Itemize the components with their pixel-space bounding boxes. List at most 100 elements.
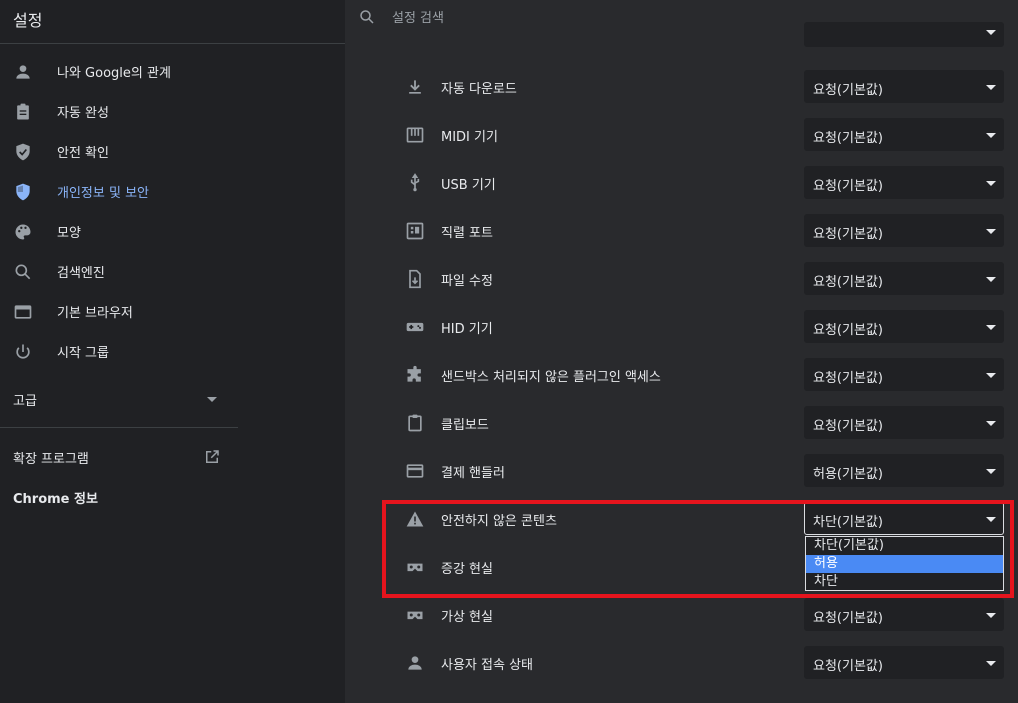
sidebar-item-privacy[interactable]: 개인정보 및 보안 bbox=[0, 171, 238, 211]
sidebar-item-label: 나와 Google의 관계 bbox=[57, 66, 171, 81]
permission-label: 가상 현실 bbox=[441, 610, 493, 625]
select-value: 요청(기본값) bbox=[813, 419, 883, 434]
permission-label: USB 기기 bbox=[441, 178, 496, 193]
permission-row-clipboard: 클립보드 요청(기본값) bbox=[345, 399, 1018, 447]
page-title: 설정 bbox=[13, 11, 43, 30]
permission-label: 사용자 접속 상태 bbox=[441, 658, 533, 673]
permission-select[interactable]: 요청(기본값) bbox=[804, 166, 1004, 199]
chevron-down-icon bbox=[986, 229, 996, 234]
sidebar-item-search-engine[interactable]: 검색엔진 bbox=[0, 251, 238, 291]
advanced-toggle[interactable]: 고급 bbox=[13, 390, 37, 409]
search-icon[interactable] bbox=[358, 8, 376, 26]
permission-label: 자동 다운로드 bbox=[441, 82, 517, 97]
extensions-link[interactable]: 확장 프로그램 bbox=[13, 448, 89, 467]
search-icon bbox=[15, 264, 31, 280]
permission-row-virtual-reality: 가상 현실 요청(기본값) bbox=[345, 591, 1018, 639]
permission-row-idle-detection: 사용자 접속 상태 요청(기본값) bbox=[345, 639, 1018, 687]
select-value: 요청(기본값) bbox=[813, 131, 883, 146]
select-value: 요청(기본값) bbox=[813, 83, 883, 98]
chevron-down-icon bbox=[986, 325, 996, 330]
permission-select[interactable]: 요청(기본값) bbox=[804, 70, 1004, 103]
sidebar-item-safety-check[interactable]: 안전 확인 bbox=[0, 131, 238, 171]
permission-select[interactable]: 요청(기본값) bbox=[804, 262, 1004, 295]
sidebar-item-label: 개인정보 및 보안 bbox=[57, 186, 149, 201]
shield-privacy-icon bbox=[16, 183, 30, 201]
permission-row-unsandboxed-plugins: 샌드박스 처리되지 않은 플러그인 액세스 요청(기본값) bbox=[345, 351, 1018, 399]
chevron-down-icon bbox=[986, 30, 996, 35]
select-value: 허용(기본값) bbox=[813, 467, 883, 482]
select-value: 요청(기본값) bbox=[813, 227, 883, 242]
permission-row-usb: USB 기기 요청(기본값) bbox=[345, 159, 1018, 207]
clipboard-icon bbox=[17, 103, 29, 120]
permission-select[interactable]: 요청(기본값) bbox=[804, 358, 1004, 391]
credit-card-icon bbox=[406, 464, 424, 478]
permission-select[interactable]: 허용(기본값) bbox=[804, 454, 1004, 487]
power-icon bbox=[16, 344, 30, 359]
permission-select[interactable]: 요청(기본값) bbox=[804, 214, 1004, 247]
select-value: 요청(기본값) bbox=[813, 323, 883, 338]
sidebar: 나와 Google의 관계 자동 완성 안전 확인 개인정보 및 보안 모양 검… bbox=[0, 44, 345, 703]
about-chrome-link[interactable]: Chrome 정보 bbox=[13, 488, 98, 507]
piano-icon bbox=[406, 127, 424, 143]
vr-headset-icon bbox=[407, 611, 423, 620]
permission-label: MIDI 기기 bbox=[441, 130, 498, 145]
sidebar-item-you-and-google[interactable]: 나와 Google의 관계 bbox=[0, 51, 238, 91]
select-value: 요청(기본값) bbox=[813, 371, 883, 386]
permission-select[interactable]: 요청(기본값) bbox=[804, 598, 1004, 631]
sidebar-item-autofill[interactable]: 자동 완성 bbox=[0, 91, 238, 131]
shield-check-icon bbox=[16, 143, 30, 161]
permission-label: 샌드박스 처리되지 않은 플러그인 액세스 bbox=[441, 370, 661, 385]
chevron-down-icon[interactable] bbox=[207, 397, 217, 402]
permission-row-automatic-downloads: 자동 다운로드 요청(기본값) bbox=[345, 63, 1018, 111]
clipboard-icon bbox=[408, 414, 422, 432]
sidebar-item-label: 자동 완성 bbox=[57, 106, 109, 121]
sidebar-item-appearance[interactable]: 모양 bbox=[0, 211, 238, 251]
permission-select[interactable]: 요청(기본값) bbox=[804, 646, 1004, 679]
chevron-down-icon bbox=[986, 277, 996, 282]
select-value: 요청(기본값) bbox=[813, 179, 883, 194]
chevron-down-icon bbox=[986, 661, 996, 666]
person-icon bbox=[16, 65, 30, 79]
sidebar-item-label: 시작 그룹 bbox=[57, 346, 109, 361]
browser-window-icon bbox=[14, 305, 32, 319]
permission-row-midi: MIDI 기기 요청(기본값) bbox=[345, 111, 1018, 159]
select-value: 요청(기본값) bbox=[813, 611, 883, 626]
select-value: 요청(기본값) bbox=[813, 659, 883, 674]
permission-row-payment-handlers: 결제 핸들러 허용(기본값) bbox=[345, 447, 1018, 495]
sidebar-divider bbox=[0, 427, 238, 428]
permission-row-hid: HID 기기 요청(기본값) bbox=[345, 303, 1018, 351]
select-value: 요청(기본값) bbox=[813, 275, 883, 290]
site-settings-panel: 자동 다운로드 요청(기본값) MIDI 기기 요청(기본값) USB 기기 요… bbox=[345, 22, 1018, 703]
permission-row-serial-ports: 직렬 포트 요청(기본값) bbox=[345, 207, 1018, 255]
serial-port-icon bbox=[406, 222, 424, 240]
permission-select[interactable]: 요청(기본값) bbox=[804, 310, 1004, 343]
permission-label: 파일 수정 bbox=[441, 274, 493, 289]
usb-icon bbox=[410, 173, 420, 192]
permission-select[interactable]: 요청(기본값) bbox=[804, 118, 1004, 151]
person-icon bbox=[408, 656, 422, 670]
chevron-down-icon bbox=[986, 613, 996, 618]
permission-select[interactable] bbox=[804, 22, 1004, 47]
sidebar-item-on-startup[interactable]: 시작 그룹 bbox=[0, 331, 238, 371]
chevron-down-icon bbox=[986, 181, 996, 186]
chevron-down-icon bbox=[986, 421, 996, 426]
search-placeholder: 설정 검색 bbox=[392, 11, 444, 26]
highlight-box bbox=[382, 500, 1014, 598]
permission-select[interactable]: 요청(기본값) bbox=[804, 406, 1004, 439]
puzzle-icon bbox=[407, 365, 421, 382]
file-download-icon bbox=[409, 269, 421, 289]
chevron-down-icon bbox=[986, 373, 996, 378]
permission-label: HID 기기 bbox=[441, 322, 493, 337]
sidebar-item-label: 안전 확인 bbox=[57, 146, 109, 161]
permission-row-file-editing: 파일 수정 요청(기본값) bbox=[345, 255, 1018, 303]
permission-label: 클립보드 bbox=[441, 418, 489, 433]
sidebar-item-default-browser[interactable]: 기본 브라우저 bbox=[0, 291, 238, 331]
gamepad-icon bbox=[406, 322, 424, 332]
sidebar-item-label: 기본 브라우저 bbox=[57, 306, 133, 321]
open-in-new-icon[interactable] bbox=[203, 448, 221, 466]
chevron-down-icon bbox=[986, 133, 996, 138]
permission-label: 결제 핸들러 bbox=[441, 466, 505, 481]
sidebar-item-label: 모양 bbox=[57, 226, 81, 241]
palette-icon bbox=[15, 224, 31, 240]
sidebar-item-label: 검색엔진 bbox=[57, 266, 105, 281]
